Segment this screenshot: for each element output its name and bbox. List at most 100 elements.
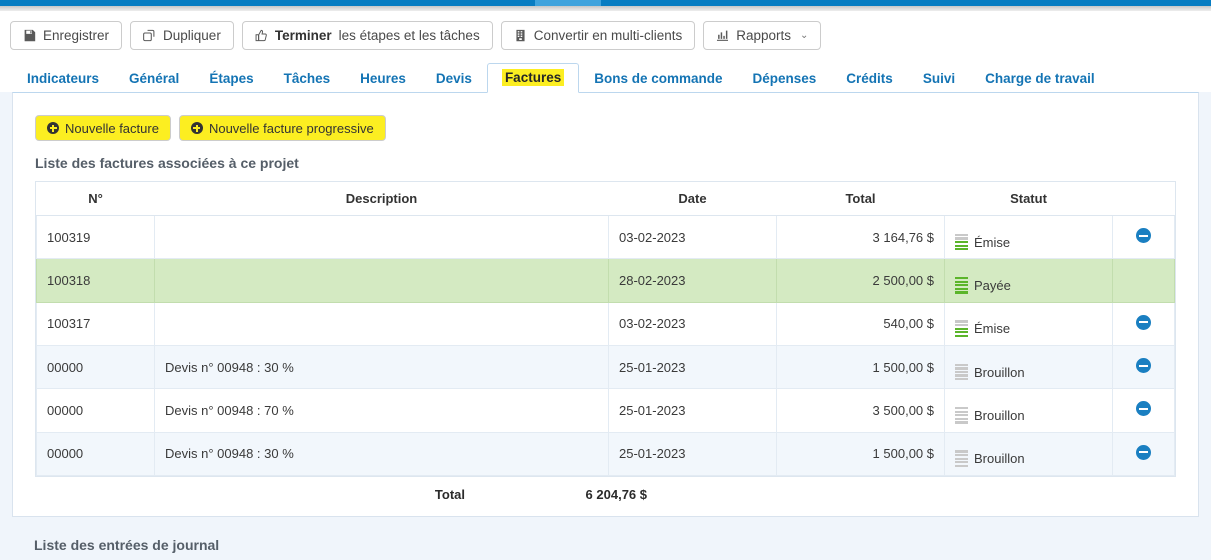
column-header: Description [154,182,609,216]
cell-date: 03-02-2023 [608,301,777,346]
cell-total: 2 500,00 $ [776,258,945,303]
cell-actions [1112,388,1175,433]
status-label: Émise [974,321,1011,337]
finish-button-label: les étapes et les tâches [338,27,480,43]
tab-suivi[interactable]: Suivi [908,64,970,93]
table-header-row: N° Description Date Total Statut [36,182,1175,216]
tab-label: Charge de travail [985,71,1095,86]
status-bars-icon [955,450,968,467]
convert-multiclient-button[interactable]: Convertir en multi-clients [500,21,696,50]
cell-total: 1 500,00 $ [776,344,945,390]
tab-label: Tâches [283,71,331,86]
tab-devis[interactable]: Devis [421,64,487,93]
cell-actions [1112,431,1175,476]
invoices-total-label: Total [434,486,465,502]
table-row[interactable]: 100317 03-02-2023 540,00 $ Émise [36,301,1175,346]
status-bars-icon [955,407,968,424]
invoices-table-wrapper: N° Description Date Total Statut 100319 03-02… [35,181,1176,477]
tab-factures[interactable]: Factures [486,63,580,93]
status-badge: Émise [955,320,1010,337]
tab-label: Étapes [209,71,254,86]
tab-d-penses[interactable]: Dépenses [738,64,832,93]
status-bars-icon [955,233,968,251]
new-invoice-button[interactable]: Nouvelle facture [35,115,171,141]
save-icon [23,29,36,42]
cell-date: 03-02-2023 [608,214,777,260]
tab-label: Général [129,71,180,86]
tab-label: Suivi [922,71,956,86]
new-progressive-invoice-button[interactable]: Nouvelle facture progressive [178,115,386,141]
tab-cr-dits[interactable]: Crédits [831,64,908,93]
table-row[interactable]: 00000 Devis n° 00948 : 70 % 25-01-2023 3 50… [36,388,1175,433]
status-label: Brouillon [974,364,1025,380]
status-badge: Émise [955,233,1010,251]
column-header: Date [608,182,777,216]
delete-invoice-icon[interactable] [1136,228,1151,244]
column-header: Statut [944,182,1113,216]
cell-date: 25-01-2023 [608,431,777,476]
journal-section-title: Liste des entrées de journal [34,536,220,553]
invoices-panel: Nouvelle facture Nouvelle facture progre… [12,92,1199,517]
tab-indicateurs[interactable]: Indicateurs [12,64,114,93]
cell-status: Émise [944,214,1113,260]
project-tabs: Indicateurs Général Étapes Tâches Heures Devi… [0,58,1211,93]
finish-steps-tasks-button[interactable]: Terminer les étapes et les tâches [241,21,493,50]
table-row[interactable]: 00000 Devis n° 00948 : 30 % 25-01-2023 1 50… [36,344,1175,390]
table-row[interactable]: 100319 03-02-2023 3 164,76 $ Émise [36,214,1175,260]
reports-dropdown-button[interactable]: Rapports ⌄ [703,21,822,50]
delete-invoice-icon[interactable] [1136,444,1151,460]
status-badge: Brouillon [955,450,1025,467]
tab-g-n-ral[interactable]: Général [114,64,194,93]
invoices-table: N° Description Date Total Statut 100319 03-02… [36,182,1175,476]
duplicate-button[interactable]: Dupliquer [130,21,234,50]
delete-invoice-icon[interactable] [1136,401,1151,417]
status-badge: Payée [955,277,1011,294]
global-nav-active-indicator [535,0,601,6]
cell-description [154,258,609,303]
finish-button-strong-label: Terminer [274,27,332,43]
cell-description [154,214,609,260]
plus-circle-icon [47,122,59,134]
journal-section: Liste des entrées de journal Il n'y a pa… [12,537,1199,560]
table-row[interactable]: 100318 28-02-2023 2 500,00 $ Payée [36,258,1175,303]
cell-invoice-number: 00000 [36,344,155,390]
tab-charge-de-travail[interactable]: Charge de travail [970,64,1110,93]
status-label: Payée [974,277,1011,293]
cell-status: Brouillon [944,431,1113,476]
global-header-strip [0,0,1211,6]
cell-status: Brouillon [944,344,1113,390]
cell-description: Devis n° 00948 : 30 % [154,344,609,390]
invoices-section-title: Liste des factures associées à ce projet [35,155,299,171]
delete-invoice-icon[interactable] [1136,314,1151,330]
cell-date: 28-02-2023 [608,258,777,303]
cell-description: Devis n° 00948 : 30 % [154,431,609,476]
cell-actions [1112,301,1175,346]
tab-tapes[interactable]: Étapes [194,64,268,93]
building-icon [514,29,527,42]
cell-invoice-number: 00000 [36,388,155,433]
bar-chart-icon [716,29,729,42]
tab-label: Heures [360,71,406,86]
cell-actions [1112,214,1175,260]
cell-actions [1112,258,1175,303]
thumbs-up-icon [255,29,268,42]
copy-icon [143,29,156,42]
tab-label: Indicateurs [27,71,100,86]
tab-bons-de-commande[interactable]: Bons de commande [579,64,737,93]
invoice-actions: Nouvelle facture Nouvelle facture progre… [35,115,1176,141]
cell-status: Brouillon [944,388,1113,433]
cell-actions [1112,344,1175,390]
table-row[interactable]: 00000 Devis n° 00948 : 30 % 25-01-2023 1 50… [36,431,1175,476]
convert-multiclient-label: Convertir en multi-clients [533,27,683,43]
delete-invoice-icon[interactable] [1136,358,1151,374]
status-bars-icon [955,320,968,337]
tab-heures[interactable]: Heures [345,64,421,93]
cell-status: Payée [944,258,1113,303]
status-badge: Brouillon [955,363,1025,381]
save-button[interactable]: Enregistrer [10,21,123,50]
tab-label: Dépenses [752,71,817,86]
cell-invoice-number: 100317 [36,301,155,346]
tab-t-ches[interactable]: Tâches [269,64,346,93]
cell-invoice-number: 00000 [36,431,155,476]
plus-circle-icon [190,122,203,134]
